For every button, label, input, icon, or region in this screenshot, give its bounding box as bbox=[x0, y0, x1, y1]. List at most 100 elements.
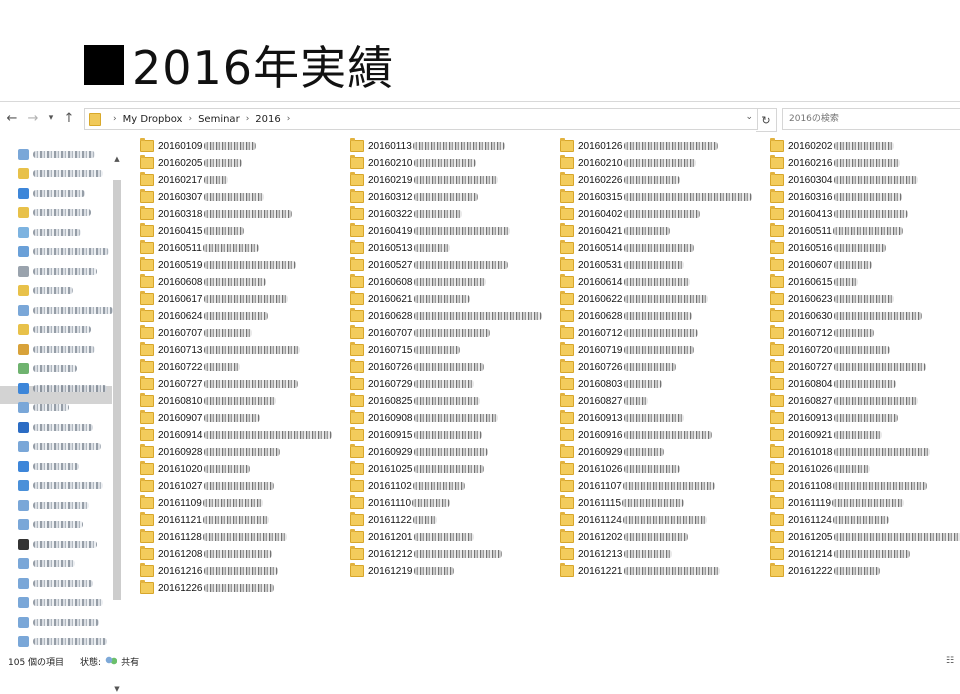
folder-item[interactable]: 20161219 bbox=[350, 563, 454, 579]
folder-item[interactable]: 20161124 bbox=[560, 512, 707, 528]
folder-item[interactable]: 20160825 bbox=[350, 393, 480, 409]
address-bar[interactable]: › My Dropbox › Seminar › 2016 › ⌄ bbox=[84, 108, 758, 130]
folder-item[interactable]: 20160628 bbox=[350, 308, 542, 324]
folder-item[interactable]: 20160322 bbox=[350, 206, 462, 222]
scroll-down-arrow-icon[interactable]: ▼ bbox=[112, 684, 122, 694]
folder-item[interactable]: 20160623 bbox=[770, 291, 894, 307]
scroll-up-arrow-icon[interactable]: ▲ bbox=[112, 154, 122, 164]
up-arrow-icon[interactable]: ↑ bbox=[60, 108, 78, 128]
recent-locations-chevron-icon[interactable]: ▾ bbox=[45, 108, 57, 128]
nav-item[interactable] bbox=[18, 420, 93, 434]
folder-item[interactable]: 20161102 bbox=[350, 478, 465, 494]
folder-item[interactable]: 20160109 bbox=[140, 138, 256, 154]
nav-item[interactable] bbox=[18, 596, 103, 610]
nav-item[interactable] bbox=[18, 206, 91, 220]
folder-item[interactable]: 20161202 bbox=[560, 529, 688, 545]
folder-item[interactable]: 20160402 bbox=[560, 206, 700, 222]
folder-item[interactable]: 20161121 bbox=[140, 512, 269, 528]
folder-item[interactable]: 20160929 bbox=[350, 444, 488, 460]
address-dropdown-chevron-icon[interactable]: ⌄ bbox=[745, 112, 753, 122]
folder-item[interactable]: 20161026 bbox=[560, 461, 680, 477]
folder-item[interactable]: 20160727 bbox=[770, 359, 926, 375]
folder-item[interactable]: 20160914 bbox=[140, 427, 332, 443]
folder-item[interactable]: 20160307 bbox=[140, 189, 264, 205]
folder-item[interactable]: 20160315 bbox=[560, 189, 752, 205]
nav-item[interactable] bbox=[18, 518, 83, 532]
folder-item[interactable]: 20160707 bbox=[350, 325, 490, 341]
nav-item[interactable] bbox=[18, 537, 97, 551]
folder-item[interactable]: 20160928 bbox=[140, 444, 280, 460]
folder-item[interactable]: 20160226 bbox=[560, 172, 680, 188]
folder-item[interactable]: 20160726 bbox=[350, 359, 484, 375]
folder-item[interactable]: 20160511 bbox=[770, 223, 903, 239]
folder-item[interactable]: 20161108 bbox=[770, 478, 927, 494]
folder-item[interactable]: 20161025 bbox=[350, 461, 484, 477]
folder-item[interactable]: 20160608 bbox=[350, 274, 486, 290]
folder-item[interactable]: 20160415 bbox=[140, 223, 244, 239]
folder-item[interactable]: 20160715 bbox=[350, 342, 460, 358]
folder-item[interactable]: 20161213 bbox=[560, 546, 672, 562]
folder-item[interactable]: 20160729 bbox=[350, 376, 474, 392]
folder-item[interactable]: 20160126 bbox=[560, 138, 718, 154]
folder-item[interactable]: 20160316 bbox=[770, 189, 902, 205]
breadcrumb-separator-icon[interactable]: › bbox=[113, 114, 117, 124]
folder-item[interactable]: 20161216 bbox=[140, 563, 278, 579]
scroll-thumb[interactable] bbox=[113, 180, 121, 600]
folder-item[interactable]: 20160630 bbox=[770, 308, 922, 324]
folder-item[interactable]: 20161107 bbox=[560, 478, 715, 494]
folder-item[interactable]: 20160621 bbox=[350, 291, 470, 307]
search-input[interactable] bbox=[783, 113, 951, 125]
folder-item[interactable]: 20160804 bbox=[770, 376, 896, 392]
folder-item[interactable]: 20160516 bbox=[770, 240, 886, 256]
folder-item[interactable]: 20160421 bbox=[560, 223, 670, 239]
search-box[interactable] bbox=[782, 108, 960, 130]
nav-item[interactable] bbox=[18, 498, 89, 512]
folder-item[interactable]: 20160827 bbox=[560, 393, 648, 409]
folder-item[interactable]: 20160803 bbox=[560, 376, 662, 392]
breadcrumb-separator-icon[interactable]: › bbox=[246, 114, 250, 124]
nav-item[interactable] bbox=[18, 362, 77, 376]
folder-item[interactable]: 20160531 bbox=[560, 257, 684, 273]
folder-item[interactable]: 20160413 bbox=[770, 206, 908, 222]
nav-item[interactable] bbox=[18, 245, 109, 259]
folder-item[interactable]: 20160608 bbox=[140, 274, 266, 290]
refresh-icon[interactable]: ↻ bbox=[756, 108, 777, 132]
folder-item[interactable]: 20160304 bbox=[770, 172, 918, 188]
folder-item[interactable]: 20161110 bbox=[350, 495, 450, 511]
nav-item[interactable] bbox=[18, 303, 113, 317]
folder-item[interactable]: 20161212 bbox=[350, 546, 502, 562]
nav-item[interactable] bbox=[18, 635, 107, 649]
folder-item[interactable]: 20160419 bbox=[350, 223, 510, 239]
breadcrumb-2016[interactable]: 2016 bbox=[255, 114, 280, 125]
folder-item[interactable]: 20160727 bbox=[140, 376, 298, 392]
folder-item[interactable]: 20160921 bbox=[770, 427, 882, 443]
folder-item[interactable]: 20160210 bbox=[560, 155, 696, 171]
folder-item[interactable]: 20160210 bbox=[350, 155, 476, 171]
folder-item[interactable]: 20160908 bbox=[350, 410, 498, 426]
details-view-icon[interactable]: ☷ bbox=[946, 656, 956, 666]
folder-item[interactable]: 20161205 bbox=[770, 529, 960, 545]
folder-item[interactable]: 20161122 bbox=[350, 512, 437, 528]
nav-item[interactable] bbox=[18, 479, 103, 493]
nav-item[interactable] bbox=[18, 225, 81, 239]
folder-item[interactable]: 20160219 bbox=[350, 172, 498, 188]
nav-item[interactable] bbox=[18, 342, 95, 356]
folder-item[interactable]: 20160607 bbox=[770, 257, 872, 273]
folder-item[interactable]: 20161109 bbox=[140, 495, 263, 511]
folder-item[interactable]: 20160915 bbox=[350, 427, 482, 443]
nav-item[interactable] bbox=[18, 147, 95, 161]
nav-item[interactable] bbox=[18, 264, 97, 278]
folder-item[interactable]: 20160202 bbox=[770, 138, 894, 154]
nav-item[interactable] bbox=[18, 323, 91, 337]
folder-item[interactable]: 20160513 bbox=[350, 240, 450, 256]
folder-item[interactable]: 20160720 bbox=[770, 342, 890, 358]
folder-item[interactable]: 20161027 bbox=[140, 478, 274, 494]
folder-item[interactable]: 20160617 bbox=[140, 291, 288, 307]
folder-item[interactable]: 20160713 bbox=[140, 342, 300, 358]
folder-item[interactable]: 20160624 bbox=[140, 308, 268, 324]
nav-item[interactable] bbox=[18, 381, 107, 395]
folder-item[interactable]: 20160217 bbox=[140, 172, 228, 188]
folder-item[interactable]: 20160615 bbox=[770, 274, 858, 290]
breadcrumb-separator-icon[interactable]: › bbox=[287, 114, 291, 124]
folder-item[interactable]: 20160722 bbox=[140, 359, 240, 375]
